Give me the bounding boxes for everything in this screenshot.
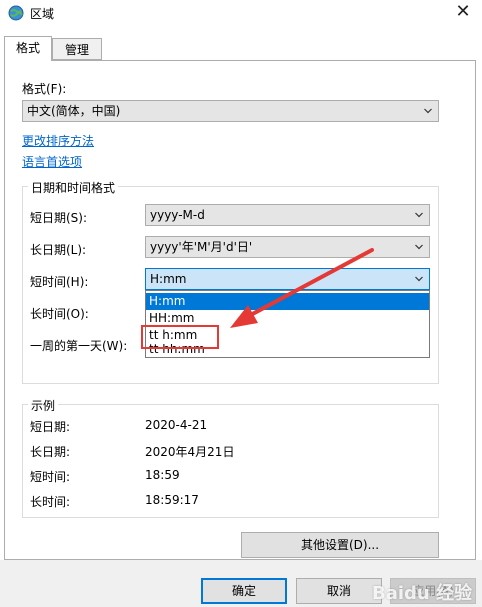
window-title: 区域 [30, 7, 55, 21]
example-short-time-value: 18:59 [145, 468, 180, 482]
cancel-button[interactable]: 取消 [296, 578, 382, 604]
example-long-date-value: 2020年4月21日 [145, 445, 235, 459]
short-time-value: H:mm [150, 272, 187, 286]
other-settings-button[interactable]: 其他设置(D)... [241, 532, 439, 558]
watermark: Baidu 经验 [371, 583, 472, 604]
dropdown-option[interactable]: H:mm [146, 293, 429, 310]
examples-group [22, 404, 439, 518]
tab-format[interactable]: 格式 [4, 36, 52, 61]
example-long-time-value: 18:59:17 [145, 493, 199, 507]
short-date-combo[interactable]: yyyy-M-d [145, 204, 430, 226]
ok-button[interactable]: 确定 [201, 578, 287, 604]
short-time-label: 短时间(H): [30, 275, 89, 289]
change-sort-link[interactable]: 更改排序方法 [22, 132, 94, 149]
example-long-date-label: 长日期: [30, 445, 71, 459]
long-date-label: 长日期(L): [30, 243, 87, 257]
first-day-label: 一周的第一天(W): [30, 339, 128, 353]
close-button[interactable]: ✕ [452, 2, 474, 24]
globe-icon [8, 5, 24, 21]
datetime-group-title: 日期和时间格式 [28, 179, 119, 196]
short-date-value: yyyy-M-d [150, 208, 205, 222]
long-date-combo[interactable]: yyyy'年'M'月'd'日' [145, 236, 430, 258]
example-long-time-label: 长时间: [30, 495, 71, 509]
format-combo[interactable]: 中文(简体，中国) [22, 100, 439, 122]
chevron-down-icon [415, 212, 423, 218]
annotation-highlight-box [141, 325, 219, 349]
examples-group-title: 示例 [28, 397, 59, 414]
tab-manage[interactable]: 管理 [52, 38, 102, 60]
chevron-down-icon [415, 244, 423, 250]
example-short-time-label: 短时间: [30, 470, 71, 484]
chevron-down-icon [424, 108, 432, 114]
format-label: 格式(F): [22, 82, 67, 96]
short-date-label: 短日期(S): [30, 211, 88, 225]
short-time-combo[interactable]: H:mm [145, 268, 430, 290]
language-preferences-link[interactable]: 语言首选项 [22, 153, 82, 170]
chevron-down-icon [415, 276, 423, 282]
example-short-date-label: 短日期: [30, 420, 71, 434]
long-date-value: yyyy'年'M'月'd'日' [150, 240, 253, 254]
title-bar: 区域 ✕ [0, 0, 482, 26]
long-time-label: 长时间(O): [30, 307, 89, 321]
example-short-date-value: 2020-4-21 [145, 418, 208, 432]
format-value: 中文(简体，中国) [27, 104, 121, 118]
